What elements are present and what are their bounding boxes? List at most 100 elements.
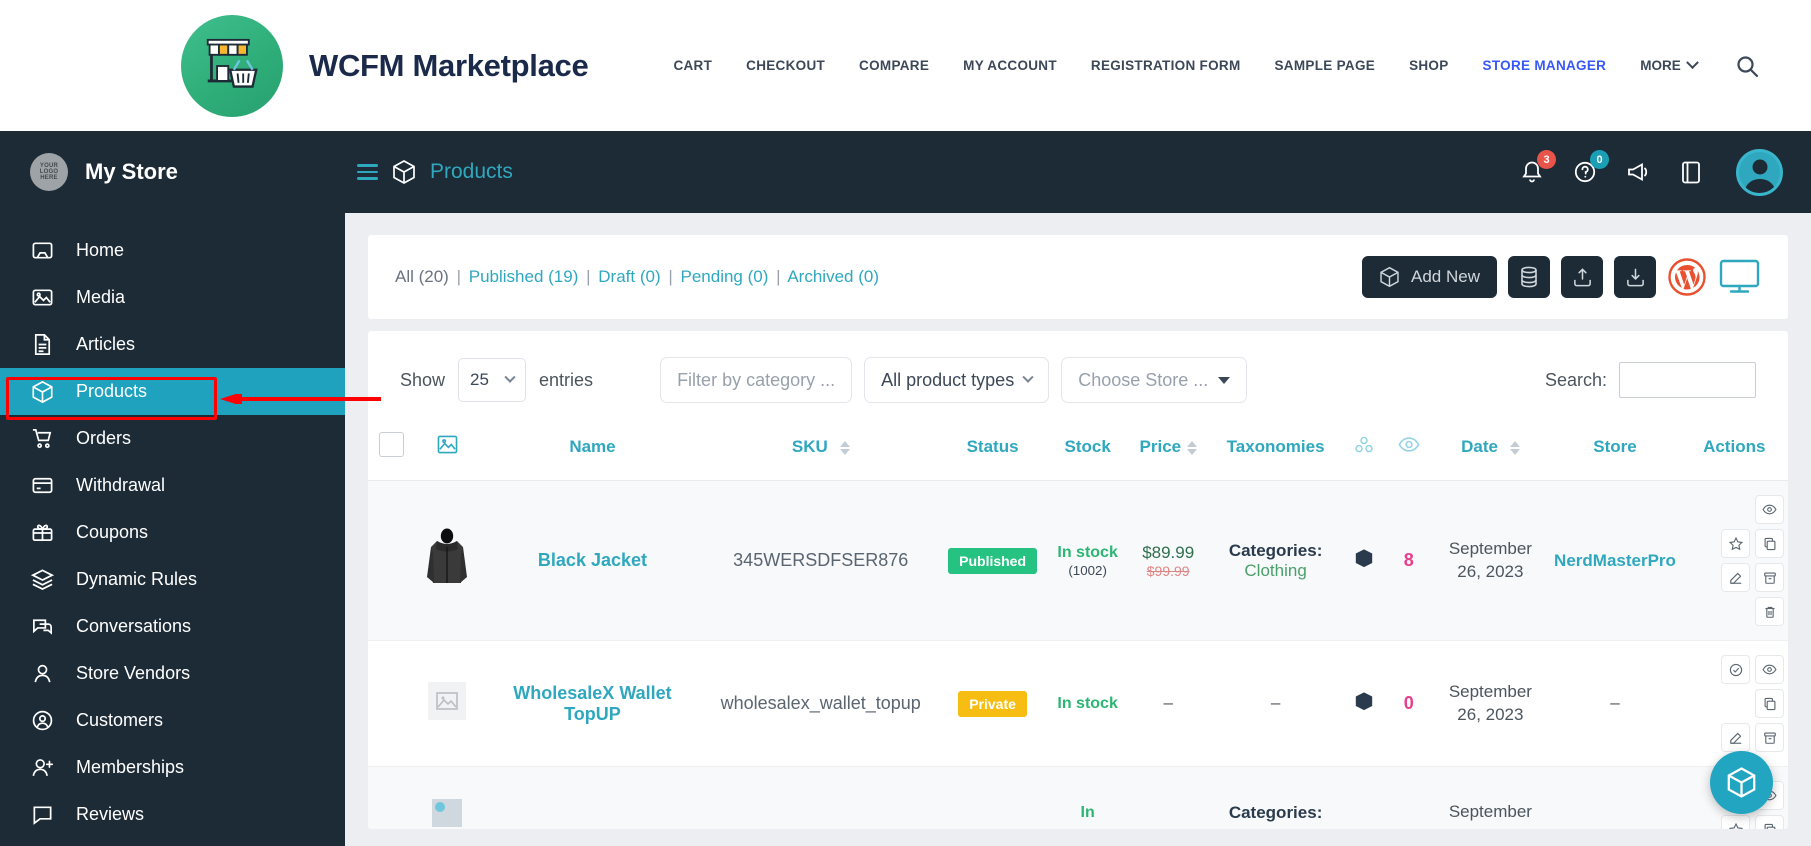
stock-header[interactable]: Stock [1048,423,1127,481]
sidebar-item-home[interactable]: Home [0,227,345,274]
database-icon[interactable] [1508,256,1550,298]
export-upload-icon[interactable] [1561,256,1603,298]
sidebar-label-orders: Orders [76,428,132,448]
nav-registration-form[interactable]: REGISTRATION FORM [1074,58,1258,73]
taxonomies-header[interactable]: Taxonomies [1210,423,1342,481]
product-name-link[interactable]: WholesaleX Wallet TopUP [513,683,671,724]
check-icon[interactable] [1721,655,1750,684]
sidebar-item-store-vendors[interactable]: Store Vendors [0,650,345,697]
star-icon[interactable] [1721,815,1750,829]
image-column-header [415,423,480,481]
sidebar-label-media: Media [76,287,126,307]
sort-icon[interactable] [1509,440,1520,455]
status-published[interactable]: Published (19) [469,267,579,286]
products-table: Name SKU Status Stock Price Taxonomies D… [368,423,1788,829]
breadcrumb-label[interactable]: Products [430,160,513,184]
store-link[interactable]: NerdMasterPro [1554,551,1676,570]
products-table-card: Show 25 entries Filter by category ... A… [368,331,1788,829]
avatar[interactable] [1736,148,1783,196]
entries-select[interactable]: 25 [458,358,527,402]
choose-store-select[interactable]: Choose Store ... [1061,357,1248,403]
name-header[interactable]: Name [479,423,706,481]
toolbar: Add New [1362,256,1761,298]
megaphone-icon[interactable] [1624,158,1652,186]
product-types-select[interactable]: All product types [864,357,1050,403]
floating-products-button[interactable] [1710,751,1773,814]
user-icon [30,661,55,686]
sort-icon[interactable] [1186,440,1197,455]
status-draft[interactable]: Draft (0) [598,267,660,286]
trash-icon[interactable] [1755,597,1784,626]
hamburger-icon[interactable] [357,164,378,180]
store-header[interactable]: Store [1549,423,1681,481]
sidebar-item-media[interactable]: Media [0,274,345,321]
select-all-header [368,423,416,481]
archive-icon[interactable] [1755,723,1784,752]
sku-header[interactable]: SKU [705,423,937,481]
price-header[interactable]: Price [1126,423,1211,481]
nav-checkout[interactable]: CHECKOUT [729,58,842,73]
eye-icon[interactable] [1755,495,1784,524]
sidebar-item-orders[interactable]: Orders [0,415,345,462]
sidebar: Home Media Articles Products Orders With… [0,213,345,846]
sidebar-item-customers[interactable]: Customers [0,697,345,744]
eye-icon[interactable] [1755,655,1784,684]
search-icon[interactable] [1734,53,1760,79]
entries-label: entries [539,369,594,390]
nav-cart[interactable]: CART [656,58,729,73]
search-input[interactable] [1619,362,1756,398]
sort-icon[interactable] [839,440,850,455]
sidebar-item-products[interactable]: Products [0,368,345,415]
row-price-cell: – [1126,641,1210,767]
archive-icon[interactable] [1755,563,1784,592]
sidebar-item-coupons[interactable]: Coupons [0,509,345,556]
product-name-link[interactable]: Black Jacket [538,550,647,570]
nav-my-account[interactable]: MY ACCOUNT [946,58,1074,73]
eye-icon [1398,437,1420,452]
copy-icon[interactable] [1755,529,1784,558]
views-header [1386,423,1432,481]
star-icon[interactable] [1721,529,1750,558]
status-filter-bar: All (20) | Published (19) | Draft (0) | … [368,235,1788,319]
screen-monitor-icon[interactable] [1718,258,1761,296]
question-icon[interactable]: 0 [1571,150,1609,186]
sidebar-item-conversations[interactable]: Conversations [0,603,345,650]
page-root: WCFM Marketplace CART CHECKOUT COMPARE M… [0,0,1811,846]
row-status-cell: Private [936,641,1049,767]
notes-icon[interactable] [1677,158,1705,186]
status-all[interactable]: All (20) [395,267,449,286]
sidebar-item-articles[interactable]: Articles [0,321,345,368]
status-badge: Private [958,690,1027,717]
sidebar-label-customers: Customers [76,710,164,730]
nav-store-manager[interactable]: STORE MANAGER [1466,58,1624,73]
bell-icon[interactable]: 3 [1518,150,1556,186]
status-archived[interactable]: Archived (0) [787,267,879,286]
caret-down-icon [1218,376,1231,384]
edit-icon[interactable] [1721,723,1750,752]
copy-icon[interactable] [1755,815,1784,829]
copy-icon[interactable] [1755,689,1784,718]
status-header[interactable]: Status [936,423,1049,481]
row-name-cell: WholesaleX Wallet TopUP [480,641,706,767]
select-all-checkbox[interactable] [379,432,405,457]
row-stock-cell: In stock (1002) [1049,481,1126,641]
add-new-button[interactable]: Add New [1362,256,1497,298]
nav-shop[interactable]: SHOP [1392,58,1465,73]
sidebar-item-memberships[interactable]: Memberships [0,744,345,791]
brand[interactable]: WCFM Marketplace [181,14,589,117]
wordpress-icon[interactable] [1667,257,1707,297]
edit-icon[interactable] [1721,563,1750,592]
box-icon [1355,691,1372,710]
nav-more[interactable]: MORE [1623,56,1714,73]
nav-sample-page[interactable]: SAMPLE PAGE [1258,58,1393,73]
sidebar-item-withdrawal[interactable]: Withdrawal [0,462,345,509]
filter-by-category-select[interactable]: Filter by category ... [660,357,853,403]
date-header[interactable]: Date [1431,423,1550,481]
nav-compare[interactable]: COMPARE [842,58,946,73]
status-pending[interactable]: Pending (0) [681,267,769,286]
category-value[interactable]: Clothing [1244,561,1306,580]
box-icon [1355,548,1372,567]
sidebar-item-dynamic-rules[interactable]: Dynamic Rules [0,556,345,603]
sidebar-item-reviews[interactable]: Reviews [0,791,345,838]
import-download-icon[interactable] [1614,256,1656,298]
